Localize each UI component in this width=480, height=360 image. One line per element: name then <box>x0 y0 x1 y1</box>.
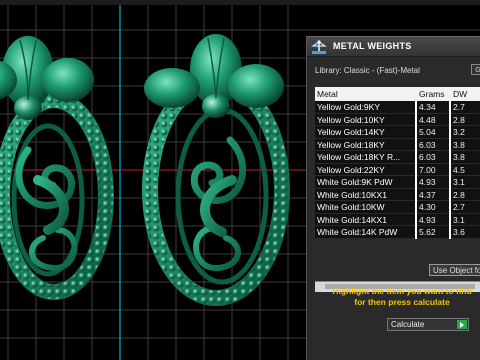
metal-cell: White Gold:9K PdW <box>315 176 415 189</box>
dw-cell: 2.8 <box>451 188 480 201</box>
column-header-dw[interactable]: DW <box>451 87 480 101</box>
scale-icon <box>311 40 327 54</box>
play-icon[interactable] <box>457 320 467 329</box>
metal-weights-panel: METAL WEIGHTS Library: Classic - (Fast)-… <box>306 36 480 360</box>
table-row[interactable]: Yellow Gold:14KY 5.04 3.2 <box>315 126 480 139</box>
hint-line-2: for then press calculate <box>354 297 450 307</box>
library-label: Library: Classic - (Fast)-Metal <box>315 66 420 75</box>
panel-header[interactable]: METAL WEIGHTS <box>307 37 480 57</box>
library-options-button[interactable]: G <box>471 64 480 75</box>
panel-title: METAL WEIGHTS <box>333 41 412 51</box>
dw-cell: 3.8 <box>451 138 480 151</box>
hint-text: Highlight the item you want to find for … <box>317 286 480 308</box>
metal-cell: White Gold:10KW <box>315 201 415 214</box>
table-row[interactable]: White Gold:9K PdW 4.93 3.1 <box>315 176 480 189</box>
table-row[interactable]: Yellow Gold:18KY R... 6.03 3.8 <box>315 151 480 164</box>
grams-cell: 4.34 <box>417 101 449 114</box>
calculate-dropdown[interactable]: Calculate <box>387 318 469 331</box>
dw-cell: 2.7 <box>451 101 480 114</box>
metal-cell: White Gold:14K PdW <box>315 226 415 239</box>
dw-cell: 3.1 <box>451 213 480 226</box>
metal-weights-table: Metal Grams DW Yellow Gold:9KY 4.34 2.7 Yel… <box>315 87 480 239</box>
dw-cell: 2.8 <box>451 113 480 126</box>
table-row[interactable]: White Gold:10KX1 4.37 2.8 <box>315 188 480 201</box>
table-header-row: Metal Grams DW <box>315 87 480 101</box>
dw-cell: 3.6 <box>451 226 480 239</box>
grams-cell: 7.00 <box>417 163 449 176</box>
metal-cell: Yellow Gold:18KY R... <box>315 151 415 164</box>
table-row[interactable]: White Gold:10KW 4.30 2.7 <box>315 201 480 214</box>
library-row: Library: Classic - (Fast)-Metal G <box>307 63 480 77</box>
dw-cell: 3.8 <box>451 151 480 164</box>
grams-cell: 4.37 <box>417 188 449 201</box>
table-row[interactable]: Yellow Gold:10KY 4.48 2.8 <box>315 113 480 126</box>
hint-line-1: Highlight the item you want to find <box>332 286 472 296</box>
grams-cell: 4.48 <box>417 113 449 126</box>
dw-cell: 2.7 <box>451 201 480 214</box>
column-header-grams[interactable]: Grams <box>417 87 449 101</box>
table-row[interactable]: Yellow Gold:22KY 7.00 4.5 <box>315 163 480 176</box>
metal-cell: White Gold:14KX1 <box>315 213 415 226</box>
right-earring-model <box>142 34 290 306</box>
grams-cell: 4.30 <box>417 201 449 214</box>
table-row[interactable]: Yellow Gold:9KY 4.34 2.7 <box>315 101 480 114</box>
metal-cell: Yellow Gold:14KY <box>315 126 415 139</box>
column-header-metal[interactable]: Metal <box>315 87 415 101</box>
grams-cell: 4.93 <box>417 176 449 189</box>
table-row[interactable]: Yellow Gold:18KY 6.03 3.8 <box>315 138 480 151</box>
grams-cell: 6.03 <box>417 151 449 164</box>
grams-cell: 5.62 <box>417 226 449 239</box>
calculate-label: Calculate <box>391 320 425 329</box>
table-row[interactable]: White Gold:14KX1 4.93 3.1 <box>315 213 480 226</box>
metal-cell: Yellow Gold:18KY <box>315 138 415 151</box>
metal-cell: White Gold:10KX1 <box>315 188 415 201</box>
dw-cell: 3.2 <box>451 126 480 139</box>
metal-cell: Yellow Gold:10KY <box>315 113 415 126</box>
grams-cell: 5.04 <box>417 126 449 139</box>
use-object-button[interactable]: Use Object fo <box>429 264 480 276</box>
dw-cell: 3.1 <box>451 176 480 189</box>
grams-cell: 6.03 <box>417 138 449 151</box>
grams-cell: 4.93 <box>417 213 449 226</box>
dw-cell: 4.5 <box>451 163 480 176</box>
table-row[interactable]: White Gold:14K PdW 5.62 3.6 <box>315 226 480 239</box>
metal-cell: Yellow Gold:22KY <box>315 163 415 176</box>
table-body: Yellow Gold:9KY 4.34 2.7 Yellow Gold:10KY 4.… <box>315 101 480 239</box>
metal-cell: Yellow Gold:9KY <box>315 101 415 114</box>
